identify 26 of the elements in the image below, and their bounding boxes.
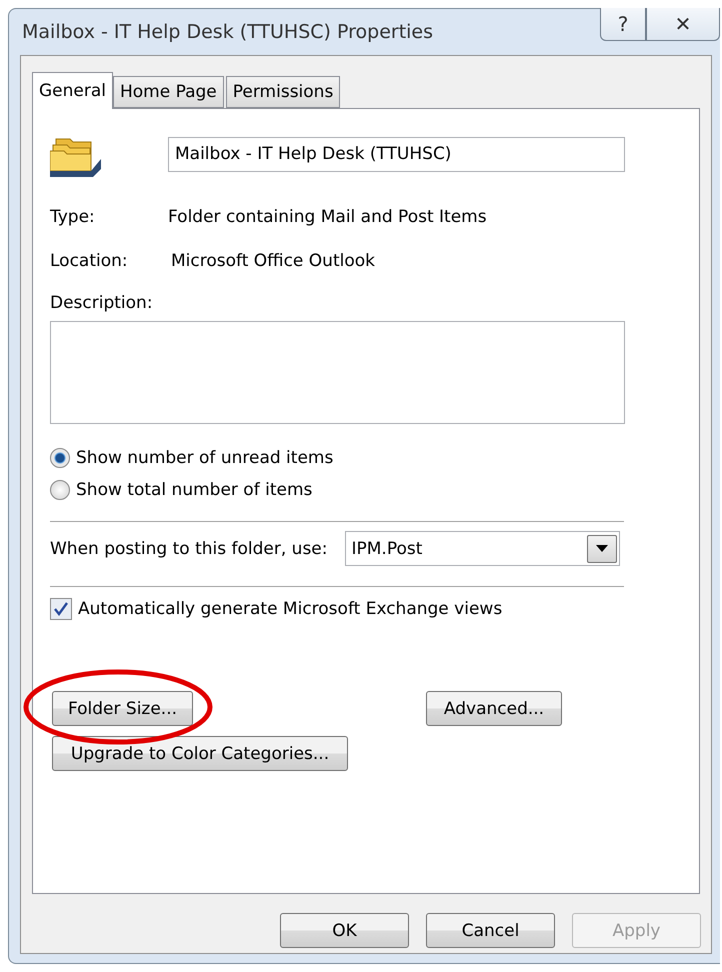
- radio-button[interactable]: [50, 448, 70, 468]
- tab[interactable]: Permissions: [226, 76, 340, 108]
- dialog-button[interactable]: OK: [280, 913, 409, 948]
- checkbox[interactable]: [50, 598, 72, 620]
- location-value: Microsoft Office Outlook: [171, 251, 375, 271]
- checkbox-label: Automatically generate Microsoft Exchange views: [78, 599, 502, 619]
- upgrade-categories-button[interactable]: Upgrade to Color Categories...: [52, 736, 348, 771]
- location-label: Location:: [50, 251, 129, 271]
- description-field[interactable]: [50, 321, 625, 424]
- name-field[interactable]: Mailbox - IT Help Desk (TTUHSC): [168, 136, 625, 172]
- window-title: Mailbox - IT Help Desk (TTUHSC) Properties: [22, 21, 434, 43]
- tab[interactable]: Home Page: [113, 76, 224, 108]
- advanced-button[interactable]: Advanced...: [426, 691, 562, 726]
- folder-size-button[interactable]: Folder Size...: [52, 691, 193, 726]
- dialog-button[interactable]: Cancel: [426, 913, 555, 948]
- radio-button[interactable]: [50, 480, 70, 500]
- type-label: Type:: [50, 207, 96, 227]
- help-button[interactable]: ?: [600, 8, 646, 41]
- radio-label: Show total number of items: [76, 480, 312, 500]
- form-dropdown[interactable]: IPM.Post: [344, 531, 620, 566]
- close-button[interactable]: ✕: [646, 8, 720, 41]
- type-value: Folder containing Mail and Post Items: [168, 207, 487, 227]
- radio-label: Show number of unread items: [76, 448, 334, 468]
- description-label: Description:: [50, 293, 154, 313]
- posting-label: When posting to this folder, use:: [50, 538, 328, 558]
- tab[interactable]: General: [32, 72, 113, 109]
